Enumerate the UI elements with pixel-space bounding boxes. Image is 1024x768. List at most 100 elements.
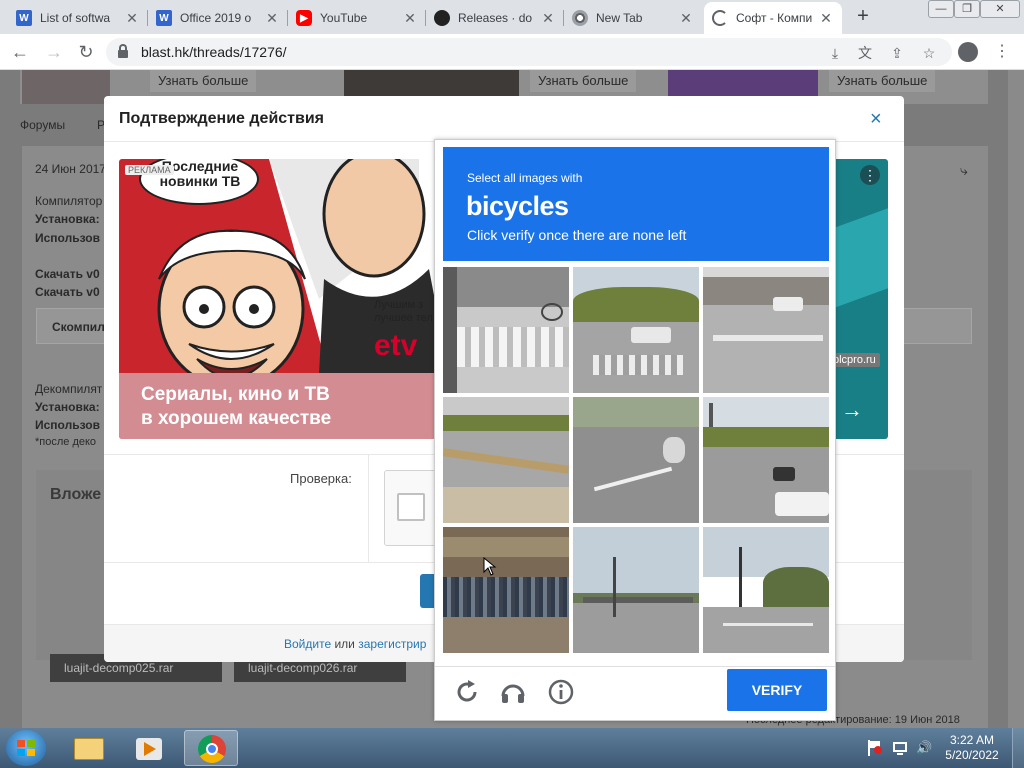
translate-icon[interactable]: 文 [856, 44, 874, 62]
close-tab-icon[interactable]: ✕ [678, 10, 694, 27]
captcha-tile-7[interactable] [443, 527, 569, 653]
recaptcha-checkbox[interactable] [397, 493, 425, 521]
menu-kebab-icon[interactable]: ⋮ [992, 42, 1012, 62]
post-line: Использов [35, 418, 100, 432]
close-icon[interactable]: × [870, 108, 882, 131]
learn-more-button[interactable]: Узнать больше [150, 70, 257, 92]
captcha-tile-1[interactable] [443, 267, 569, 393]
taskbar-clock[interactable]: 3:22 AM 5/20/2022 [940, 733, 1004, 763]
tab-releases[interactable]: Releases · do ✕ [426, 2, 564, 34]
bookmark-star-icon[interactable]: ☆ [920, 44, 938, 62]
post-line: Использов [35, 231, 100, 245]
new-tab-button[interactable]: + [852, 6, 874, 28]
ad-menu-icon[interactable]: ⋮ [860, 165, 880, 185]
flag-tray-icon[interactable] [866, 740, 882, 756]
ad-label: РЕКЛАМА [125, 165, 174, 175]
chrome-taskbar-icon[interactable] [184, 730, 238, 766]
profile-avatar-icon[interactable] [958, 42, 978, 62]
address-bar[interactable]: blast.hk/threads/17276/ ⤓ 文 ⇪ ☆ [106, 38, 952, 66]
tab-soft-active[interactable]: Софт - Компи ✕ [704, 2, 842, 34]
restore-icon[interactable]: ❐ [954, 0, 980, 18]
learn-more-button[interactable]: Узнать больше [829, 70, 936, 92]
close-tab-icon[interactable]: ✕ [818, 10, 834, 27]
login-link[interactable]: Войдите [284, 637, 331, 651]
attachments-heading: Вложе [50, 486, 102, 503]
advertisement-right[interactable]: ⋮ plcpro.ru → [829, 159, 888, 439]
captcha-tile-6[interactable] [703, 397, 829, 523]
back-icon[interactable]: ← [8, 41, 32, 63]
lock-icon[interactable] [118, 44, 128, 58]
loading-icon [712, 10, 728, 26]
captcha-instruction: Select all images with [467, 171, 583, 185]
volume-tray-icon[interactable]: 🔊 [916, 740, 932, 756]
minimize-icon[interactable]: — [928, 0, 954, 18]
install-icon[interactable]: ⤓ [826, 44, 844, 62]
breadcrumb[interactable]: Форумы [20, 118, 65, 132]
dialog-title: Подтверждение действия [119, 110, 325, 127]
arrow-right-icon[interactable]: → [841, 397, 863, 423]
captcha-tile-9[interactable] [703, 527, 829, 653]
url-text: blast.hk/threads/17276/ [141, 44, 287, 60]
verify-button[interactable]: VERIFY [727, 669, 827, 711]
ad-caption-text: Сериалы, кино и ТВ в хорошем качестве [141, 383, 331, 431]
scrollbar[interactable] [1008, 70, 1024, 728]
wiki-icon: W [156, 10, 172, 26]
register-link[interactable]: зарегистрир [358, 637, 426, 651]
tab-youtube[interactable]: ▶ YouTube ✕ [288, 2, 426, 34]
media-player-taskbar-icon[interactable] [122, 730, 176, 766]
ad2-graphic [829, 208, 888, 310]
tab-list-of-software[interactable]: W List of softwa ✕ [8, 2, 148, 34]
browser-toolbar: ← → ↻ blast.hk/threads/17276/ ⤓ 文 ⇪ ☆ ⋮ [0, 34, 1024, 70]
ad-tagline-line: Лучшим з [374, 299, 424, 311]
network-tray-icon[interactable] [892, 740, 908, 756]
login-prompt: Войдите или зарегистрир [284, 637, 426, 651]
youtube-icon: ▶ [296, 10, 312, 26]
or-text: или [334, 637, 355, 651]
captcha-tile-3[interactable] [703, 267, 829, 393]
close-tab-icon[interactable]: ✕ [402, 10, 418, 27]
check-label: Проверка: [290, 471, 352, 486]
ad-tagline-line: лучшее тел [374, 312, 433, 324]
captcha-tile-5[interactable] [573, 397, 699, 523]
tab-title: YouTube [320, 11, 368, 25]
close-tab-icon[interactable]: ✕ [264, 10, 280, 27]
info-icon[interactable] [547, 678, 575, 706]
headphones-icon[interactable] [499, 678, 527, 706]
captcha-tile-2[interactable] [573, 267, 699, 393]
captcha-tile-4[interactable] [443, 397, 569, 523]
download-link[interactable]: Скачать v0 [35, 267, 100, 281]
close-tab-icon[interactable]: ✕ [124, 10, 140, 27]
reload-icon[interactable]: ↻ [74, 41, 98, 63]
tab-office-2019[interactable]: W Office 2019 o ✕ [148, 2, 288, 34]
share-icon[interactable]: ⇪ [888, 44, 906, 62]
tab-title: List of softwa [40, 11, 111, 25]
show-desktop-button[interactable] [1012, 728, 1024, 768]
captcha-tile-8[interactable] [573, 527, 699, 653]
reload-icon[interactable] [453, 678, 481, 706]
wiki-icon: W [16, 10, 32, 26]
close-tab-icon[interactable]: ✕ [540, 10, 556, 27]
post-line: Декомпилят [35, 382, 103, 396]
start-button[interactable] [6, 730, 46, 766]
captcha-subinstruction: Click verify once there are none left [467, 227, 687, 243]
share-icon[interactable]: ⤷ [960, 162, 968, 179]
promo-image [344, 70, 519, 98]
explorer-taskbar-icon[interactable] [62, 730, 116, 766]
post-note: *после деко [35, 436, 97, 448]
tab-new-tab[interactable]: New Tab ✕ [564, 2, 702, 34]
download-link[interactable]: Скачать v0 [35, 285, 100, 299]
ad-caption-line: Сериалы, кино и ТВ [141, 384, 330, 405]
captcha-challenge: Select all images with bicycles Click ve… [434, 139, 836, 721]
close-window-icon[interactable]: ✕ [980, 0, 1020, 18]
advertisement[interactable]: etv Последние новинки ТВ РЕКЛАМА Лучшим … [119, 159, 449, 439]
divider [368, 454, 369, 562]
ad-caption-line: в хорошем качестве [141, 408, 332, 429]
tab-title: New Tab [596, 11, 643, 25]
tab-title: Office 2019 o [180, 11, 252, 25]
dialog-header: Подтверждение действия × [104, 96, 904, 142]
learn-more-button[interactable]: Узнать больше [530, 70, 637, 92]
ad-tagline: Лучшим з лучшее тел [374, 299, 433, 325]
forward-icon[interactable]: → [42, 41, 66, 63]
captcha-footer-divider [435, 666, 835, 667]
spoiler-title: Скомпил [52, 320, 105, 334]
